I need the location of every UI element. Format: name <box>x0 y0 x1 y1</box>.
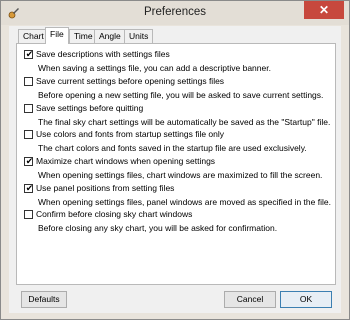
checkmark-icon: ✔ <box>25 49 34 59</box>
option-description: The chart colors and fonts saved in the … <box>38 143 307 153</box>
ok-button[interactable]: OK <box>280 291 332 308</box>
checkmark-icon: ✔ <box>25 183 34 193</box>
option-description: Before closing any sky chart, you will b… <box>38 223 278 233</box>
dialog-body: Chart File Time Angle Units ✔ Save descr… <box>9 26 341 313</box>
option-description: Before opening a new setting file, you w… <box>38 90 324 100</box>
option-description: When opening settings files, chart windo… <box>38 170 323 180</box>
checkbox[interactable]: ✔ <box>24 49 34 59</box>
option-description: The final sky chart settings will be aut… <box>38 117 331 127</box>
checkbox[interactable]: ✔ <box>24 183 34 193</box>
checkbox[interactable] <box>24 104 33 113</box>
close-icon: ✕ <box>318 3 330 17</box>
file-settings-panel: ✔ Save descriptions with settings files … <box>16 43 336 285</box>
preferences-window: Preferences ✕ Chart File Time Angle Unit… <box>0 0 350 320</box>
option-label[interactable]: Save settings before quitting <box>36 103 143 113</box>
option-label[interactable]: Use colors and fonts from startup settin… <box>36 129 224 139</box>
tab-angle[interactable]: Angle <box>94 29 126 43</box>
option-label[interactable]: Use panel positions from setting files <box>36 183 174 193</box>
option-label[interactable]: Save current settings before opening set… <box>36 76 224 86</box>
option-label[interactable]: Save descriptions with settings files <box>36 49 170 59</box>
tab-file[interactable]: File <box>45 27 69 44</box>
option-description: When saving a settings file, you can add… <box>38 63 271 73</box>
title-bar[interactable]: Preferences ✕ <box>1 1 349 25</box>
checkbox[interactable]: ✔ <box>24 156 34 166</box>
window-title: Preferences <box>143 6 206 18</box>
checkbox[interactable] <box>24 130 33 139</box>
checkbox[interactable] <box>24 210 33 219</box>
defaults-button[interactable]: Defaults <box>21 291 67 308</box>
option-description: When opening settings files, panel windo… <box>38 197 331 207</box>
checkbox[interactable] <box>24 77 33 86</box>
option-label[interactable]: Confirm before closing sky chart windows <box>36 209 192 219</box>
cancel-button[interactable]: Cancel <box>224 291 276 308</box>
tab-units[interactable]: Units <box>124 29 154 43</box>
close-button[interactable]: ✕ <box>304 1 344 19</box>
checkmark-icon: ✔ <box>25 156 34 166</box>
option-label[interactable]: Maximize chart windows when opening sett… <box>36 156 215 166</box>
